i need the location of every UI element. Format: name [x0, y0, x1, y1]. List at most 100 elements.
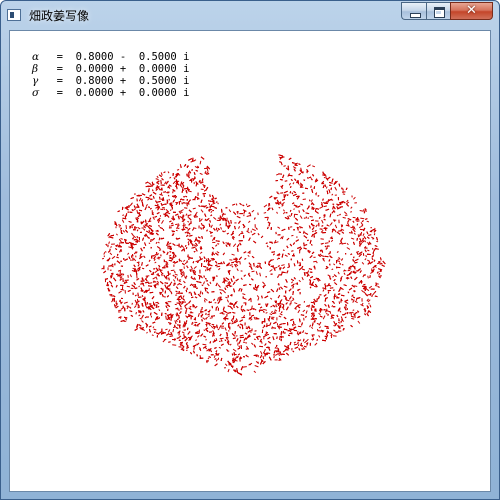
point-stroke — [325, 201, 328, 204]
point-stroke — [281, 253, 284, 258]
point-stroke — [301, 276, 304, 281]
point-stroke — [240, 288, 243, 292]
title-bar[interactable]: 畑政姜写像 ✕ — [1, 1, 499, 29]
point-stroke — [350, 324, 353, 328]
point-stroke — [133, 258, 137, 262]
point-stroke — [169, 251, 172, 253]
point-stroke — [308, 304, 311, 308]
point-stroke — [282, 211, 286, 215]
point-stroke — [172, 279, 176, 282]
point-stroke — [268, 263, 271, 266]
point-stroke — [219, 223, 222, 226]
point-stroke — [245, 327, 249, 330]
point-stroke — [225, 244, 228, 248]
point-stroke — [177, 215, 180, 220]
point-stroke — [150, 273, 154, 276]
point-stroke — [338, 301, 341, 304]
point-stroke — [171, 222, 174, 225]
point-stroke — [220, 226, 222, 230]
point-stroke — [207, 258, 210, 260]
point-stroke — [165, 305, 168, 309]
point-stroke — [262, 281, 266, 285]
point-stroke — [169, 220, 172, 223]
point-stroke — [240, 308, 244, 313]
point-stroke — [244, 332, 248, 335]
point-stroke — [361, 261, 365, 265]
point-stroke — [176, 277, 179, 281]
point-stroke — [208, 203, 211, 206]
point-stroke — [302, 309, 306, 313]
point-stroke — [318, 321, 322, 326]
point-stroke — [169, 176, 172, 179]
point-stroke — [311, 322, 314, 327]
point-stroke — [222, 230, 225, 233]
point-stroke — [312, 174, 315, 177]
point-stroke — [155, 276, 158, 280]
point-stroke — [293, 208, 295, 211]
point-stroke — [286, 306, 289, 311]
app-icon[interactable] — [7, 9, 21, 21]
point-stroke — [322, 287, 325, 289]
maximize-button[interactable] — [426, 2, 450, 20]
point-stroke — [148, 288, 150, 292]
point-stroke — [135, 311, 137, 315]
point-stroke — [128, 205, 130, 208]
point-stroke — [105, 243, 108, 246]
point-stroke — [166, 295, 170, 298]
point-stroke — [276, 336, 278, 339]
point-stroke — [167, 304, 171, 308]
point-stroke — [311, 188, 314, 193]
point-stroke — [314, 317, 317, 320]
point-stroke — [155, 232, 159, 236]
point-stroke — [334, 295, 337, 298]
point-stroke — [372, 268, 375, 272]
point-stroke — [316, 322, 320, 325]
point-stroke — [359, 210, 364, 212]
point-stroke — [369, 275, 371, 278]
point-stroke — [276, 192, 280, 195]
point-stroke — [208, 223, 211, 227]
point-stroke — [280, 286, 284, 290]
point-stroke — [194, 305, 198, 309]
point-stroke — [362, 233, 365, 237]
point-stroke — [183, 285, 186, 289]
point-stroke — [156, 200, 161, 203]
point-stroke — [303, 272, 306, 276]
point-stroke — [167, 270, 170, 275]
point-stroke — [185, 247, 188, 250]
point-stroke — [289, 332, 293, 335]
point-stroke — [113, 304, 116, 308]
point-stroke — [161, 178, 164, 181]
point-stroke — [125, 318, 128, 321]
point-stroke — [168, 341, 171, 343]
point-stroke — [291, 298, 295, 302]
point-stroke — [155, 301, 159, 304]
point-stroke — [283, 165, 286, 167]
point-stroke — [227, 368, 230, 373]
point-stroke — [221, 322, 225, 325]
point-stroke — [165, 328, 168, 331]
point-stroke — [128, 220, 132, 223]
point-stroke — [332, 275, 335, 278]
minimize-button[interactable] — [401, 2, 426, 20]
point-stroke — [195, 169, 198, 172]
close-button[interactable]: ✕ — [450, 2, 493, 20]
point-stroke — [354, 300, 358, 304]
point-stroke — [235, 318, 238, 322]
point-stroke — [253, 316, 256, 320]
point-stroke — [306, 338, 309, 341]
point-stroke — [202, 343, 207, 346]
point-stroke — [374, 245, 378, 248]
point-stroke — [361, 289, 365, 293]
point-stroke — [251, 270, 255, 273]
point-stroke — [262, 325, 265, 329]
point-stroke — [119, 300, 123, 304]
point-stroke — [376, 237, 379, 241]
point-stroke — [353, 260, 355, 263]
point-stroke — [313, 260, 317, 263]
point-stroke — [346, 247, 351, 250]
point-stroke — [281, 184, 284, 188]
point-stroke — [256, 337, 259, 340]
point-stroke — [184, 305, 187, 310]
point-stroke — [209, 317, 213, 319]
